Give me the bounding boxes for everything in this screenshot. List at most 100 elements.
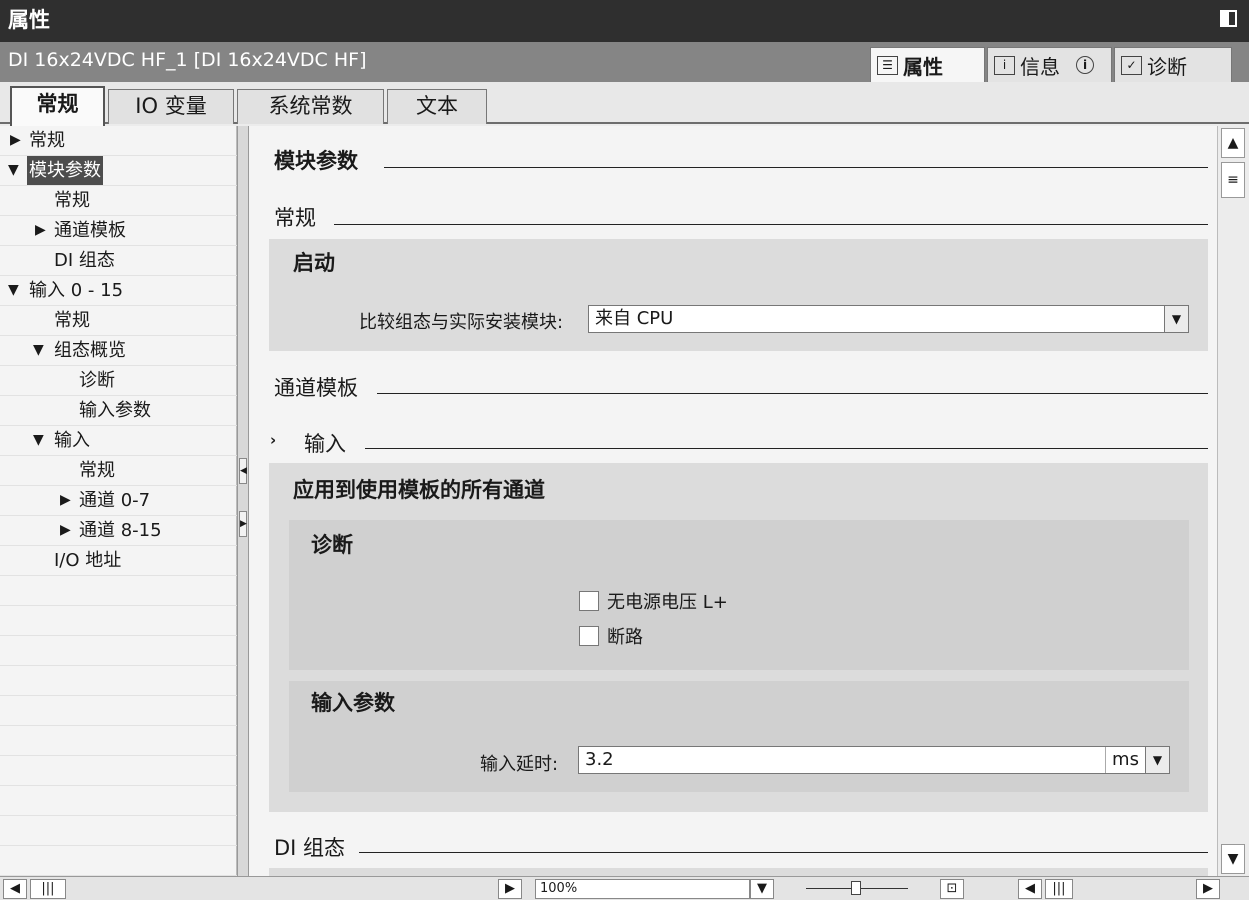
tab-diagnostics-label: 诊断 [1147,54,1187,79]
zoom-dropdown-icon[interactable]: ▼ [750,879,774,899]
checkbox-label: 断路 [607,627,643,648]
nav-item-channel-template[interactable]: ▶ 通道模板 [0,216,237,246]
nav-item-label: 组态概览 [54,340,126,361]
nav-item-inputs-general[interactable]: 常规 [0,306,237,336]
nav-empty-row [0,786,237,816]
tab-general[interactable]: 常规 [10,86,105,126]
scroll-left-icon[interactable]: ◀ [1018,879,1042,899]
diagnostics-icon: ✓ [1121,55,1142,75]
nav-item-label: 输入 0 - 15 [29,280,124,301]
nav-item-input-general[interactable]: 常规 [0,456,237,486]
input-params-title: 输入参数 [311,691,395,715]
checkbox-box[interactable] [579,626,599,646]
scroll-up-icon[interactable]: ▲ [1221,128,1245,158]
tab-system-constants[interactable]: 系统常数 [237,89,384,124]
tab-info-label: 信息 [1020,54,1060,79]
compare-config-value: 来自 CPU [595,308,674,329]
collapse-icon[interactable]: ▼ [8,156,19,185]
scroll-right-icon[interactable]: ▶ [1196,879,1220,899]
nav-item-label: 模块参数 [27,156,103,185]
apply-all-channels-title: 应用到使用模板的所有通道 [293,478,545,502]
expand-icon[interactable]: ▶ [10,126,21,155]
nav-item-label: DI 组态 [54,250,115,271]
divider [384,167,1208,168]
input-params-panel: 输入参数 输入延时: 3.2 ms ▼ [289,681,1189,792]
nav-item-channel-0-7[interactable]: ▶ 通道 0-7 [0,486,237,516]
tab-strip: 常规 IO 变量 系统常数 文本 [0,82,1249,126]
nav-empty-row [0,816,237,846]
nav-empty-row [0,846,237,876]
collapse-icon[interactable]: ▼ [33,336,44,365]
checkbox-label: 无电源电压 L+ [607,592,728,613]
nav-item-label: 常规 [54,190,90,211]
window-title: 属性 [8,8,50,32]
info-badge-icon: i [1076,56,1094,74]
zoom-field[interactable]: 100% [535,879,750,899]
tab-info[interactable]: i 信息 i [987,47,1112,82]
nav-item-input[interactable]: ▼ 输入 [0,426,237,456]
nav-item-label: 输入参数 [79,400,151,421]
nav-hscroll-thumb[interactable]: ||| [30,879,66,899]
nav-item-label: I/O 地址 [54,550,122,571]
nav-item-io-address[interactable]: I/O 地址 [0,546,237,576]
zoom-slider-thumb[interactable] [851,881,861,895]
nav-empty-row [0,606,237,636]
nav-item-general[interactable]: ▶ 常规 [0,126,237,156]
expand-icon[interactable]: ▶ [60,516,71,545]
panel-splitter[interactable]: ◀ ▶ [237,126,249,876]
tab-texts[interactable]: 文本 [387,89,487,124]
nav-empty-row [0,576,237,606]
properties-icon: ☰ [877,55,898,75]
pin-icon[interactable] [1220,10,1237,27]
nav-item-label: 通道 0-7 [79,490,151,511]
checkbox-box[interactable] [579,591,599,611]
nav-item-inputs[interactable]: ▼ 输入 0 - 15 [0,276,237,306]
no-supply-voltage-checkbox[interactable]: 无电源电压 L+ [579,588,728,614]
nav-item-label: 通道 8-15 [79,520,162,541]
nav-item-di-config[interactable]: DI 组态 [0,246,237,276]
nav-empty-row [0,666,237,696]
scroll-right-icon[interactable]: ▶ [498,879,522,899]
divider [334,224,1208,225]
nav-item-label: 常规 [79,460,115,481]
tab-properties[interactable]: ☰ 属性 [870,47,985,82]
compare-config-dropdown[interactable]: 来自 CPU ▼ [588,305,1189,333]
collapse-icon[interactable]: ▼ [33,426,44,455]
divider [365,448,1208,449]
content-hscroll-thumb[interactable]: ||| [1045,879,1073,899]
collapse-left-icon[interactable]: ◀ [239,458,247,484]
scroll-left-icon[interactable]: ◀ [3,879,27,899]
nav-item-channel-8-15[interactable]: ▶ 通道 8-15 [0,516,237,546]
object-name: DI 16x24VDC HF_1 [DI 16x24VDC HF] [8,49,367,71]
expand-icon[interactable]: ▶ [60,486,71,515]
tab-diagnostics[interactable]: ✓ 诊断 [1114,47,1232,82]
nav-item-overview-diagnostics[interactable]: 诊断 [0,366,237,396]
input-delay-label: 输入延时: [480,754,559,775]
collapse-icon[interactable]: ▼ [8,276,19,305]
chevron-right-icon[interactable]: › [270,431,276,449]
nav-tree: ▶ 常规 ▼ 模块参数 常规 ▶ 通道模板 DI 组态 ▼ 输入 0 - 15 常规 ▼… [0,126,237,876]
nav-item-overview-input-params[interactable]: 输入参数 [0,396,237,426]
tab-io-tags[interactable]: IO 变量 [108,89,234,124]
input-delay-value: 3.2 [585,749,614,770]
properties-content: 模块参数 常规 启动 比较组态与实际安装模块: 来自 CPU ▼ 通道模板 › … [249,126,1217,876]
nav-item-module-general[interactable]: 常规 [0,186,237,216]
nav-item-label: 常规 [54,310,90,331]
input-delay-field[interactable]: 3.2 ms ▼ [578,746,1170,774]
fit-view-icon[interactable]: ⊡ [940,879,964,899]
expand-icon[interactable]: ▶ [35,216,46,245]
scrollbar-thumb[interactable]: ≡ [1221,162,1245,198]
chevron-down-icon[interactable]: ▼ [1164,306,1188,332]
divider [359,852,1208,853]
nav-item-label: 输入 [54,430,90,451]
vertical-scrollbar[interactable]: ▲ ≡ ▼ [1217,126,1249,876]
chevron-down-icon[interactable]: ▼ [1145,747,1169,773]
scroll-down-icon[interactable]: ▼ [1221,844,1245,874]
nav-item-config-overview[interactable]: ▼ 组态概览 [0,336,237,366]
expand-right-icon[interactable]: ▶ [239,511,247,537]
channel-template-heading: 通道模板 [274,376,358,400]
wire-break-checkbox[interactable]: 断路 [579,623,643,649]
startup-title: 启动 [293,251,335,275]
nav-item-module-params[interactable]: ▼ 模块参数 [0,156,237,186]
compare-config-label: 比较组态与实际安装模块: [359,312,564,333]
